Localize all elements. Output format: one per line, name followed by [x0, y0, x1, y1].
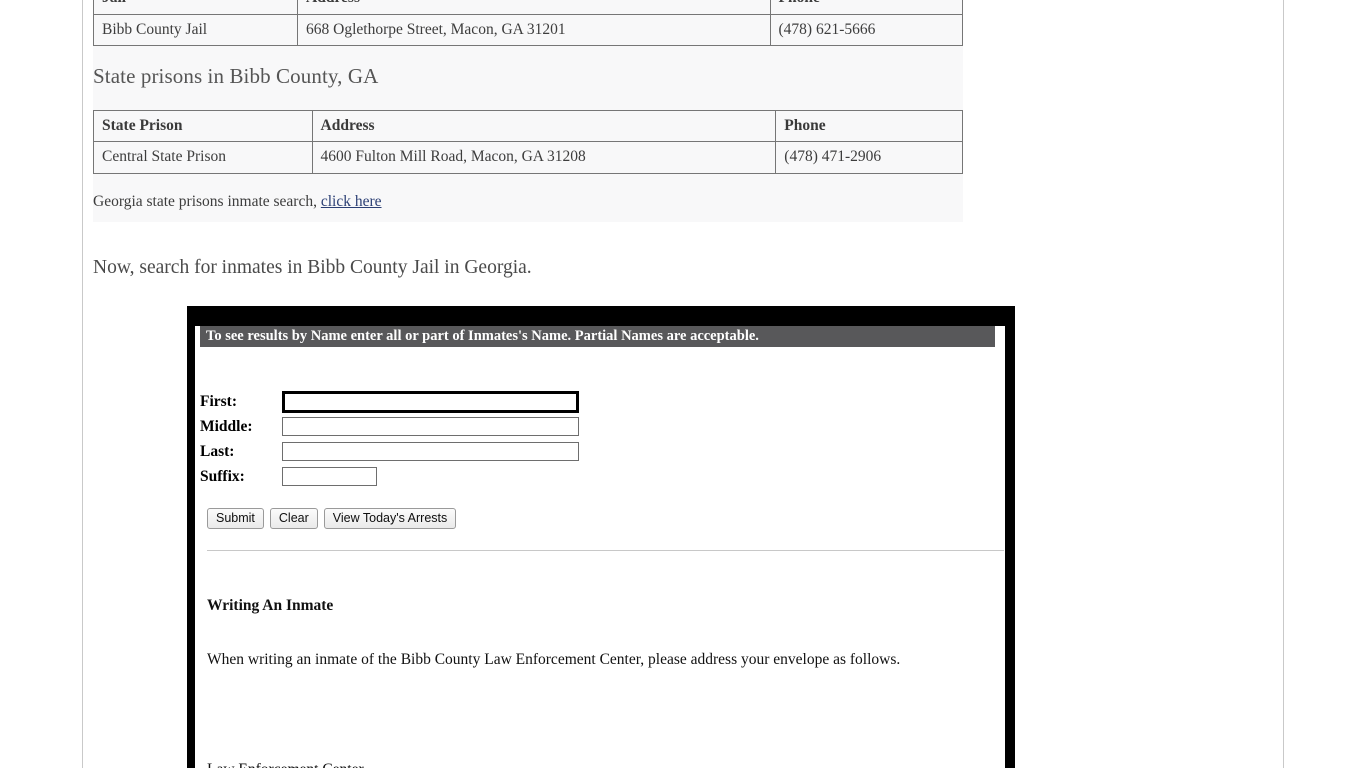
page-right-rule [1283, 0, 1284, 768]
form-button-row: Submit Clear View Today's Arrests [207, 508, 457, 529]
clear-button[interactable]: Clear [269, 508, 318, 529]
last-name-input[interactable] [282, 442, 579, 461]
table-row: Bibb County Jail 668 Oglethorpe Street, … [92, 13, 963, 47]
middle-name-label: Middle: [200, 417, 253, 435]
jail-name: Bibb County Jail [92, 13, 299, 47]
jail-table-header-phone: Phone [769, 0, 963, 15]
state-prisons-heading: State prisons in Bibb County, GA [93, 64, 379, 88]
jail-table-header-jail: Jail [92, 0, 299, 15]
inmate-name-search-form: First: Middle: Last: Suffix: [200, 389, 579, 489]
jail-table-header-address: Address [297, 0, 771, 15]
suffix-row: Suffix: [200, 464, 579, 489]
submit-button[interactable]: Submit [207, 508, 264, 529]
writing-an-inmate-section: Writing An Inmate When writing an inmate… [207, 560, 900, 768]
page-root: Jail Address Phone Bibb County Jail 668 … [0, 0, 1366, 768]
table-row: Central State Prison 4600 Fulton Mill Ro… [93, 141, 963, 174]
first-name-label: First: [200, 392, 238, 410]
table-header-row: State Prison Address Phone [93, 109, 963, 143]
prison-name: Central State Prison [93, 141, 313, 174]
inmate-search-lead-line: Now, search for inmates in Bibb County J… [93, 257, 532, 278]
state-prison-search-note-text: Georgia state prisons inmate search, [93, 193, 321, 210]
prison-table-header-prison: State Prison [93, 109, 313, 143]
last-name-row: Last: [200, 439, 579, 464]
prison-table-header-phone: Phone [775, 109, 963, 143]
state-prison-search-note: Georgia state prisons inmate search, cli… [93, 193, 382, 211]
inmate-search-frame: To see results by Name enter all or part… [187, 306, 1015, 768]
prison-address: 4600 Fulton Mill Road, Macon, GA 31208 [311, 141, 777, 174]
state-prison-table: State Prison Address Phone Central State… [93, 109, 963, 174]
jail-address: 668 Oglethorpe Street, Macon, GA 31201 [297, 13, 771, 47]
writing-an-inmate-title: Writing An Inmate [207, 596, 334, 614]
prison-table-header-address: Address [311, 109, 777, 143]
middle-name-input[interactable] [282, 417, 579, 436]
mailing-address-line-1: Law Enforcement Center [207, 761, 900, 768]
writing-spacer-1 [207, 706, 900, 724]
first-name-input[interactable] [282, 390, 579, 413]
middle-name-row: Middle: [200, 414, 579, 439]
jail-table: Jail Address Phone Bibb County Jail 668 … [92, 0, 963, 47]
suffix-label: Suffix: [200, 467, 245, 485]
inmate-search-frame-body: To see results by Name enter all or part… [195, 326, 1005, 768]
first-name-row: First: [200, 389, 579, 414]
prison-phone: (478) 471-2906 [775, 141, 963, 174]
inmate-search-notice-bar: To see results by Name enter all or part… [200, 326, 995, 347]
last-name-label: Last: [200, 442, 235, 460]
writing-an-inmate-intro: When writing an inmate of the Bibb Count… [207, 651, 901, 669]
table-header-row: Jail Address Phone [92, 0, 963, 15]
suffix-input[interactable] [282, 467, 377, 486]
form-divider [207, 550, 1004, 551]
jail-phone: (478) 621-5666 [769, 13, 963, 47]
view-todays-arrests-button[interactable]: View Today's Arrests [323, 508, 457, 529]
georgia-inmate-search-link[interactable]: click here [321, 193, 382, 210]
